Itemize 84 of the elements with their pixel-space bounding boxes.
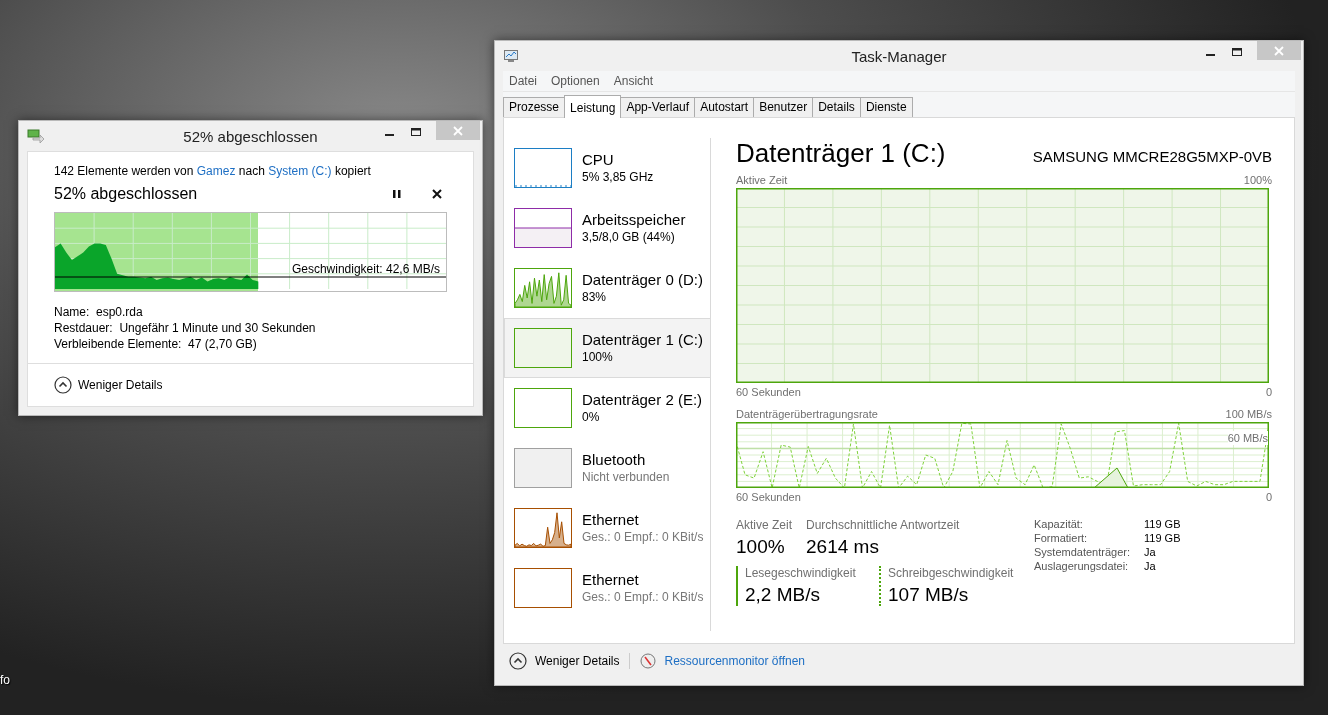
property-value: 119 GB	[1144, 518, 1181, 530]
time-span-label: 60 Sekunden	[736, 385, 801, 399]
property-label: Systemdatenträger:	[1034, 546, 1131, 558]
property-value: Ja	[1144, 546, 1157, 558]
resource-monitor-link[interactable]: Ressourcenmonitor öffnen	[664, 653, 805, 668]
stat-value: 100%	[736, 536, 786, 558]
item-detail: 0%	[582, 409, 601, 425]
maximize-icon[interactable]	[1231, 47, 1243, 57]
maximize-icon[interactable]	[410, 127, 422, 137]
sidebar-item[interactable]: Arbeitsspeicher 3,5/8,0 GB (44%)	[504, 198, 711, 258]
sidebar-item[interactable]: Datenträger 1 (C:) 100%	[504, 318, 711, 378]
fewer-details-link[interactable]: Weniger Details	[535, 653, 620, 668]
item-detail: 83%	[582, 289, 608, 305]
destination-link[interactable]: System (C:)	[268, 164, 332, 178]
detail-line: Verbleibende Elemente: 47 (2,70 GB)	[54, 336, 258, 352]
item-detail: Nicht verbunden	[582, 469, 670, 485]
stat-value: 107 MB/s	[888, 584, 970, 606]
menu-item[interactable]: Ansicht	[613, 74, 654, 88]
item-name: Arbeitsspeicher	[582, 211, 686, 229]
property-label: Kapazität:	[1034, 518, 1084, 530]
sidebar-item[interactable]: Ethernet Ges.: 0 Empf.: 0 KBit/s	[504, 558, 711, 618]
sidebar-item[interactable]: CPU 5% 3,85 GHz	[504, 138, 711, 198]
property-value: Ja	[1144, 560, 1157, 572]
tab[interactable]: Leistung	[564, 95, 622, 118]
speed-label: Geschwindigkeit: 42,6 MB/s	[291, 262, 440, 276]
item-name: Datenträger 1 (C:)	[582, 331, 703, 349]
item-detail: 5% 3,85 GHz	[582, 169, 654, 185]
tab[interactable]: Benutzer	[753, 97, 814, 117]
disk-model: SAMSUNG MMCRE28G5MXP-0VB	[1032, 148, 1272, 165]
tab[interactable]: Details	[812, 97, 861, 117]
axis-max-label: 100 MB/s	[1225, 407, 1272, 421]
sidebar-item[interactable]: Ethernet Ges.: 0 Empf.: 0 KBit/s	[504, 498, 711, 558]
stat-value: 2,2 MB/s	[745, 584, 821, 606]
stat-value: 2614 ms	[806, 536, 880, 558]
property-value: 119 GB	[1144, 532, 1181, 544]
menu-item[interactable]: Datei	[509, 74, 537, 88]
sidebar-item[interactable]: Bluetooth Nicht verbunden	[504, 438, 711, 498]
item-detail: 3,5/8,0 GB (44%)	[582, 229, 676, 245]
collapse-icon[interactable]	[509, 651, 527, 670]
progress-heading: 52% abgeschlossen	[54, 185, 199, 203]
stat-label: Schreibgeschwindigkeit	[888, 566, 1015, 580]
item-detail: Ges.: 0 Empf.: 0 KBit/s	[582, 589, 704, 605]
item-name: Ethernet	[582, 511, 640, 529]
time-span-label: 60 Sekunden	[736, 490, 801, 504]
axis-min-label: 0	[1265, 385, 1272, 399]
chart-label: Aktive Zeit	[736, 173, 788, 187]
axis-max-label: 100%	[1243, 173, 1272, 187]
stat-label: Aktive Zeit	[736, 518, 792, 532]
chart-label: Datenträgerübertragungsrate	[736, 407, 878, 421]
monitor-chart-icon	[503, 49, 519, 63]
collapse-icon[interactable]	[54, 376, 72, 394]
cancel-icon[interactable]	[432, 189, 442, 199]
detail-line: Name: esp0.rda	[54, 304, 144, 320]
panel-title: Datenträger 1 (C:)	[736, 138, 946, 169]
detail-line: Restdauer: Ungefähr 1 Minute und 30 Sekunden	[54, 320, 317, 336]
menu-item[interactable]: Optionen	[551, 74, 600, 88]
axis-mid-label: 60 MB/s	[1227, 431, 1268, 445]
tab[interactable]: Autostart	[694, 97, 755, 117]
item-name: Datenträger 0 (D:)	[582, 271, 703, 289]
item-name: Bluetooth	[582, 451, 647, 469]
tab[interactable]: App-Verlauf	[620, 97, 696, 117]
source-link[interactable]: Gamez	[196, 164, 236, 178]
item-detail: Ges.: 0 Empf.: 0 KBit/s	[582, 529, 704, 545]
property-label: Formatiert:	[1034, 532, 1089, 544]
item-name: Ethernet	[582, 571, 640, 589]
item-detail: 100%	[582, 349, 614, 365]
gauge-icon	[640, 652, 657, 669]
axis-min-label: 0	[1265, 490, 1272, 504]
stat-label: Durchschnittliche Antwortzeit	[806, 518, 960, 532]
copy-summary: 142 Elemente werden von Gamez nach System (C:) kopiert	[54, 164, 372, 178]
property-label: Auslagerungsdatei:	[1034, 560, 1130, 572]
window-title: Task-Manager	[851, 47, 947, 65]
item-name: CPU	[582, 151, 615, 169]
item-name: Datenträger 2 (E:)	[582, 391, 703, 409]
tab[interactable]: Prozesse	[503, 97, 566, 117]
desktop-icon-label[interactable]: fo	[0, 673, 10, 687]
fewer-details-link[interactable]: Weniger Details	[78, 378, 163, 392]
pause-icon[interactable]	[393, 189, 401, 199]
window-title: 52% abgeschlossen	[183, 127, 318, 145]
sidebar-item[interactable]: Datenträger 2 (E:) 0%	[504, 378, 711, 438]
stat-label: Lesegeschwindigkeit	[745, 566, 857, 580]
sidebar-item[interactable]: Datenträger 0 (D:) 83%	[504, 258, 711, 318]
tab[interactable]: Dienste	[859, 97, 913, 117]
copy-icon	[27, 129, 45, 143]
